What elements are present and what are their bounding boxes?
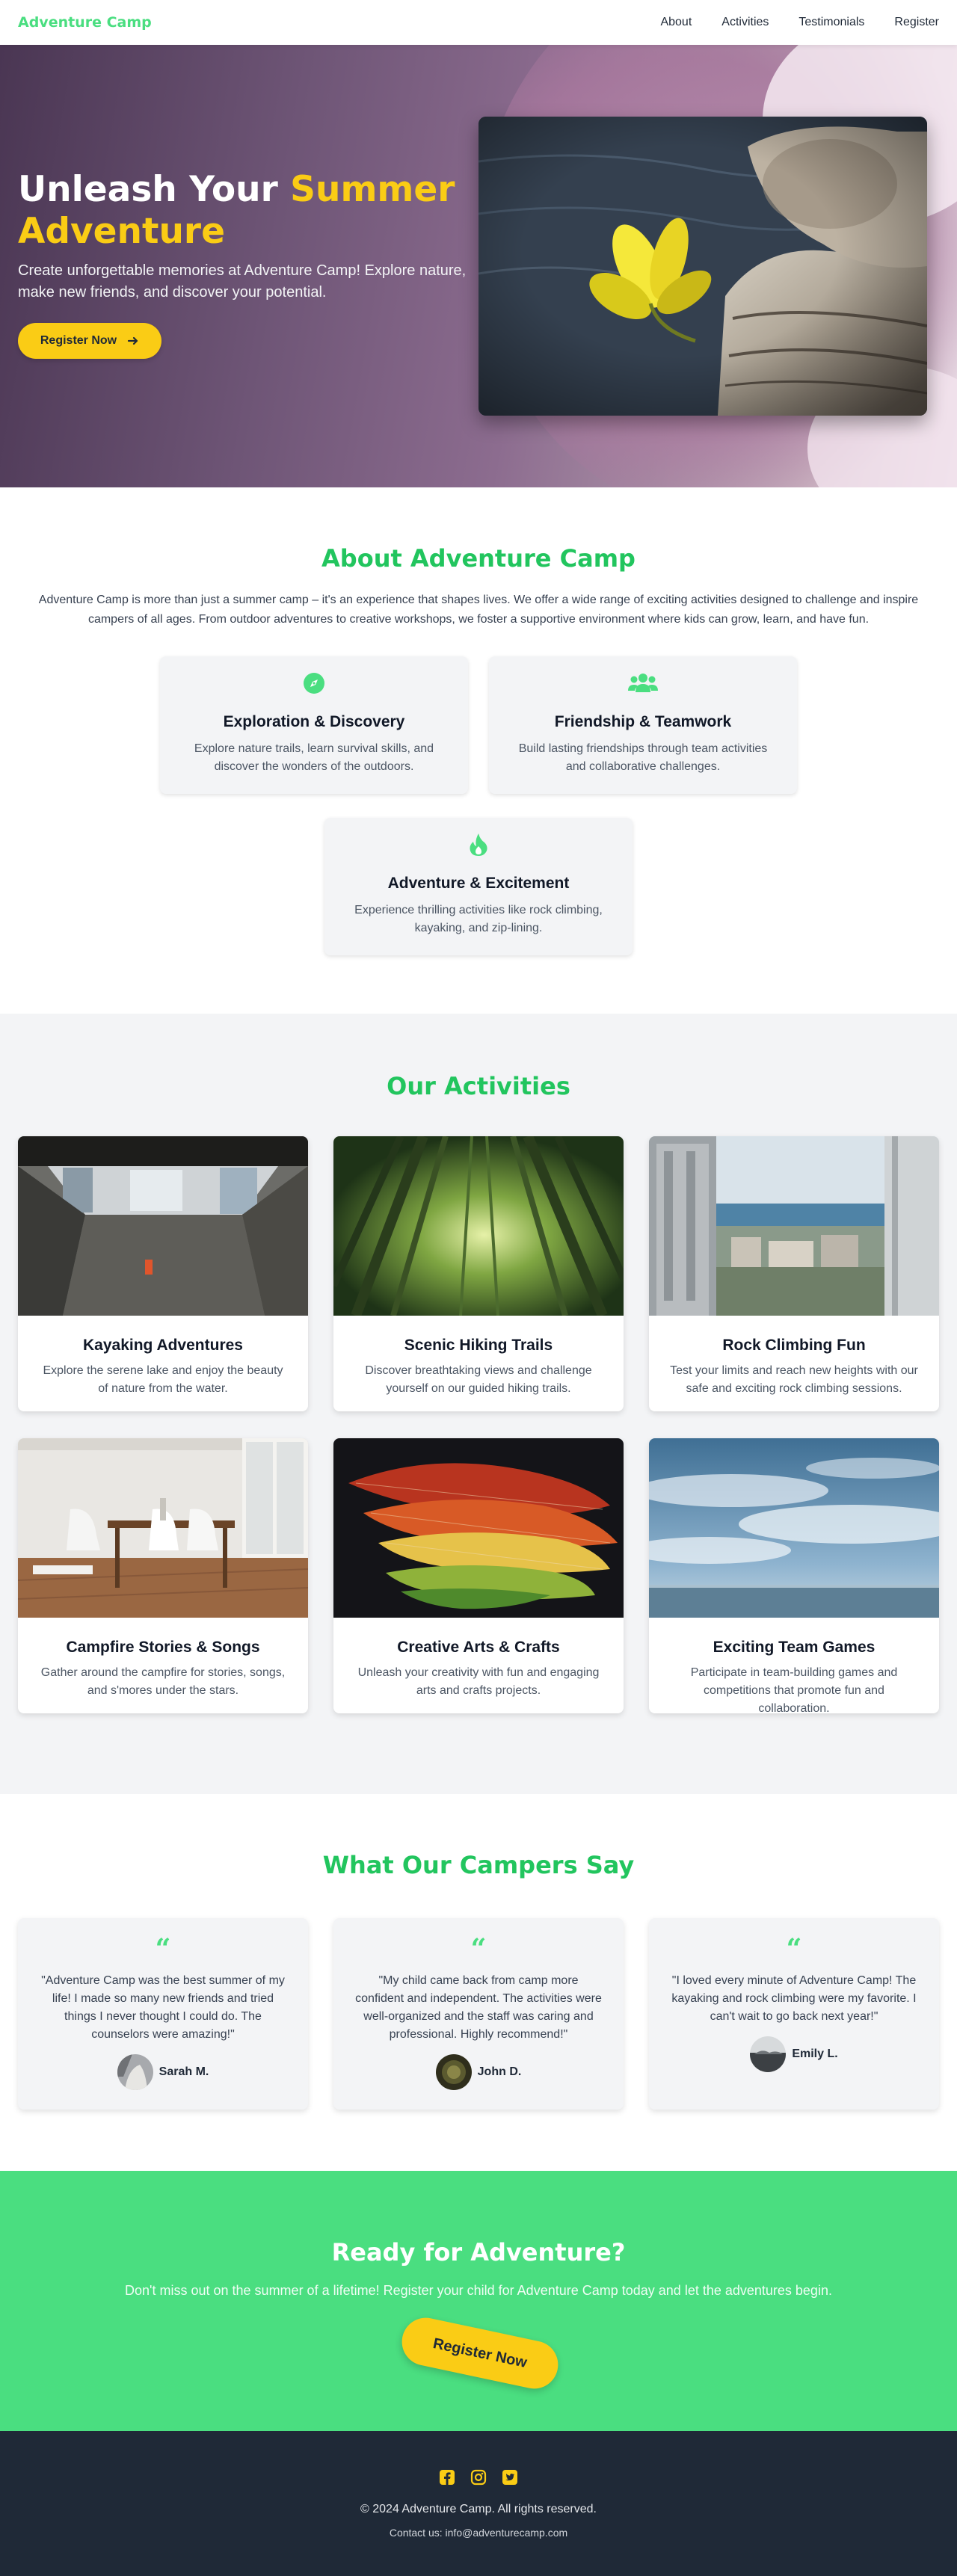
activity-card-climbing[interactable]: Rock Climbing Fun Test your limits and r… [649,1136,939,1411]
activity-text: Test your limits and reach new heights w… [670,1364,918,1395]
feature-text: Experience thrilling activities like roc… [354,904,603,934]
activities-title: Our Activities [387,1072,570,1100]
avatar-photo [435,2054,472,2090]
feature-card-exploration: Exploration & Discovery Explore nature t… [160,656,468,794]
hero-title-main: Unleash Your [18,169,291,210]
arrow-right-icon [128,336,138,345]
testimonial-card: “ "I loved every minute of Adventure Cam… [649,1918,939,2110]
instagram-icon[interactable] [470,2468,487,2486]
feature-text: Explore nature trails, learn survival sk… [194,742,434,773]
nav-link-activities[interactable]: Activities [721,16,769,29]
brand-logo[interactable]: Adventure Camp [18,14,152,31]
testimonial-name: Emily L. [792,2047,838,2060]
social-links [0,2468,957,2486]
feature-text: Build lasting friendships through team a… [518,742,768,773]
activity-image [18,1136,308,1316]
activity-card-kayaking[interactable]: Kayaking Adventures Explore the serene l… [18,1136,308,1411]
testimonial-card: “ "My child came back from camp more con… [333,1918,624,2110]
activity-card-arts[interactable]: Creative Arts & Crafts Unleash your crea… [333,1438,624,1713]
hero-register-label: Register Now [40,334,117,347]
avatar-photo [117,2054,153,2090]
top-navbar: Adventure Camp About Activities Testimon… [0,0,957,45]
avatar [435,2054,472,2090]
hero-register-button[interactable]: Register Now [18,323,161,359]
testimonial-text: "My child came back from camp more confi… [355,1974,602,2041]
testimonial-text: "Adventure Camp was the best summer of m… [41,1974,285,2041]
twitter-icon[interactable] [501,2468,519,2486]
feature-title: Adventure & Excitement [387,875,570,892]
colorful-feathers-photo [333,1438,624,1618]
activity-text: Explore the serene lake and enjoy the be… [43,1364,283,1395]
feature-card-adventure: Adventure & Excitement Experience thrill… [324,818,633,955]
cta-text: Don't miss out on the summer of a lifeti… [125,2283,832,2298]
flower-on-tree-stump-photo [478,117,927,416]
activity-title: Exciting Team Games [713,1639,876,1656]
cta-title: Ready for Adventure? [331,2238,626,2267]
feature-card-friendship: Friendship & Teamwork Build lasting frie… [489,656,797,794]
hero-title: Unleash Your Summer Adventure [18,169,481,253]
nav-link-testimonials[interactable]: Testimonials [798,16,864,29]
hero-subtitle: Create unforgettable memories at Adventu… [18,262,467,301]
activity-title: Campfire Stories & Songs [66,1639,260,1656]
about-title: About Adventure Camp [321,544,636,573]
nav-link-about[interactable]: About [660,16,692,29]
activity-image [649,1438,939,1618]
quote-left-icon: “ [470,1933,487,1965]
nav-links: About Activities Testimonials Register [660,16,939,29]
activity-image [333,1136,624,1316]
cta-register-button[interactable]: Register Now [397,2313,563,2394]
testimonial-card: “ "Adventure Camp was the best summer of… [18,1918,308,2110]
activity-card-games[interactable]: Exciting Team Games Participate in team-… [649,1438,939,1713]
activity-card-campfire[interactable]: Campfire Stories & Songs Gather around t… [18,1438,308,1713]
activity-card-hiking[interactable]: Scenic Hiking Trails Discover breathtaki… [333,1136,624,1411]
testimonial-name: John D. [477,2065,522,2078]
cta-section: Ready for Adventure? Don't miss out on t… [0,2171,957,2431]
copyright: © 2024 Adventure Camp. All rights reserv… [360,2503,597,2515]
activity-text: Unleash your creativity with fun and eng… [357,1666,600,1697]
tunnel-photo [18,1136,308,1316]
feature-title: Friendship & Teamwork [554,713,732,730]
avatar [117,2054,153,2090]
testimonials-title: What Our Campers Say [322,1851,635,1879]
hero-image [478,117,927,416]
compass-icon [304,673,324,694]
activity-title: Scenic Hiking Trails [404,1337,553,1354]
about-text: Adventure Camp is more than just a summe… [38,594,919,626]
footer: © 2024 Adventure Camp. All rights reserv… [0,2431,957,2576]
testimonial-text: "I loved every minute of Adventure Camp!… [671,1974,917,2023]
activity-text: Participate in team-building games and c… [690,1666,898,1713]
users-icon [628,674,658,692]
quote-left-icon: “ [155,1933,171,1965]
nav-link-register[interactable]: Register [894,16,939,29]
avatar [750,2036,787,2072]
bamboo-forest-photo [333,1136,624,1316]
activity-image [333,1438,624,1618]
dining-room-photo [18,1438,308,1618]
hero-section: Unleash Your Summer Adventure Create unf… [0,45,957,487]
activity-title: Creative Arts & Crafts [397,1639,560,1656]
activity-image [649,1136,939,1316]
fire-icon [470,833,487,856]
activity-text: Discover breathtaking views and challeng… [365,1364,592,1395]
sky-over-sea-photo [649,1438,939,1618]
activity-title: Kayaking Adventures [83,1337,243,1354]
contact-email[interactable]: Contact us: info@adventurecamp.com [0,2527,957,2539]
avatar-photo [750,2036,787,2072]
activity-text: Gather around the campfire for stories, … [40,1666,286,1697]
quote-left-icon: “ [786,1933,802,1965]
activity-image [18,1438,308,1618]
activity-title: Rock Climbing Fun [722,1337,866,1354]
facebook-icon[interactable] [438,2468,456,2486]
coastal-city-photo [649,1136,939,1316]
testimonial-name: Sarah M. [159,2065,209,2078]
feature-title: Exploration & Discovery [223,713,405,730]
